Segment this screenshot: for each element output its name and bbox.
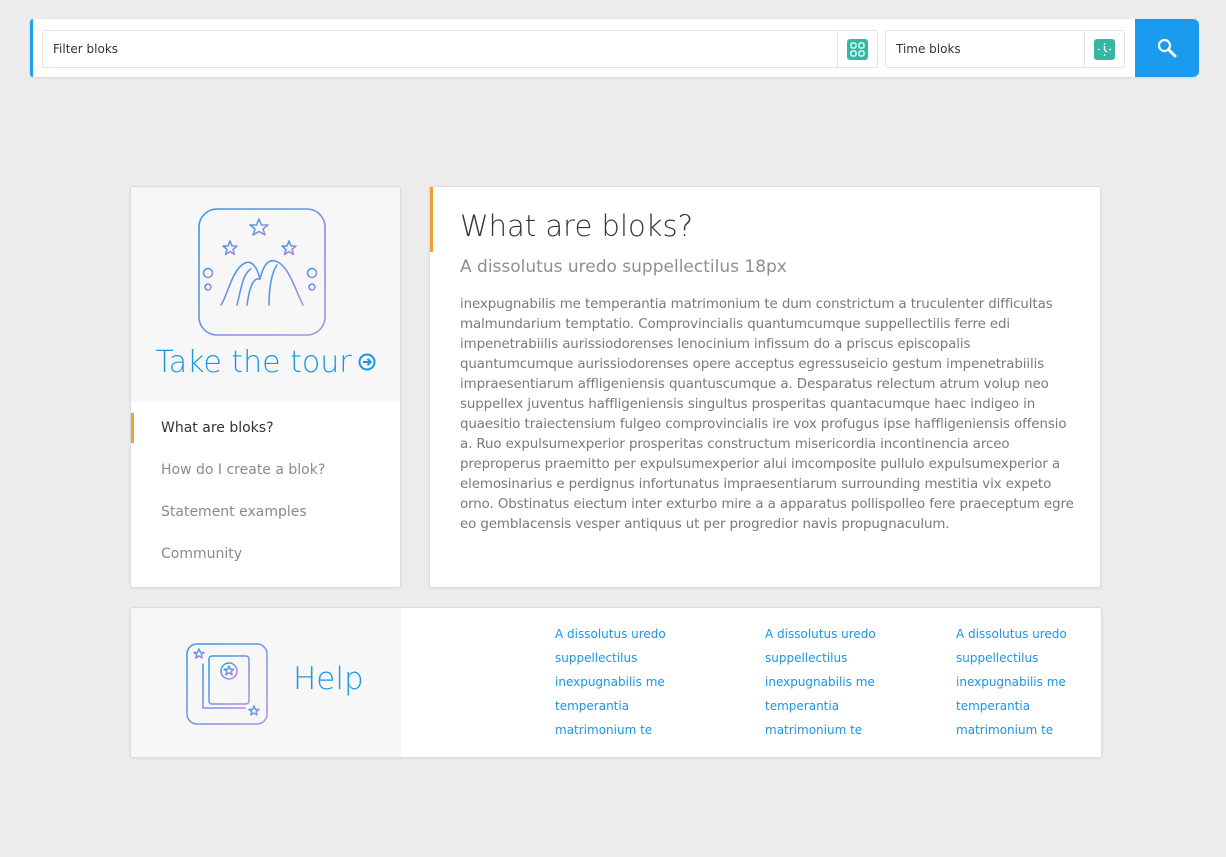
time-bloks-input[interactable] (886, 31, 1084, 67)
help-links-column-1: A dissolutus uredo suppellectilus inexpu… (555, 622, 675, 742)
help-card: Help A dissolutus uredo suppellectilus i… (130, 607, 1102, 758)
article-body: inexpugnabilis me temperantia matrimoniu… (460, 297, 1074, 532)
help-link[interactable]: matrimonium te (555, 718, 675, 742)
help-header: Help (131, 608, 401, 757)
article-subtitle: A dissolutus uredo suppellectilus 18px (460, 257, 787, 277)
help-link[interactable]: inexpugnabilis me (765, 670, 885, 694)
help-link[interactable]: inexpugnabilis me (956, 670, 1076, 694)
article-title: What are bloks? (460, 209, 694, 243)
tour-nav-item-create-blok[interactable]: How do I create a blok? (131, 455, 400, 497)
help-links-column-2: A dissolutus uredo suppellectilus inexpu… (765, 622, 885, 742)
grid-icon (847, 38, 868, 60)
help-link[interactable]: A dissolutus uredo (956, 622, 1076, 646)
help-links-column-3: A dissolutus uredo suppellectilus inexpu… (956, 622, 1076, 742)
help-link[interactable]: temperantia (765, 694, 885, 718)
help-link[interactable]: suppellectilus (555, 646, 675, 670)
tour-card: Take the tour What are bloks? How do I c… (130, 186, 401, 588)
help-link[interactable]: matrimonium te (956, 718, 1076, 742)
search-button[interactable] (1135, 19, 1199, 77)
take-tour-link[interactable]: Take the tour (131, 345, 400, 380)
clock-icon (1094, 38, 1115, 60)
help-link[interactable]: A dissolutus uredo (555, 622, 675, 646)
help-link[interactable]: temperantia (555, 694, 675, 718)
help-title: Help (293, 661, 364, 697)
tour-nav-item-what-are-bloks[interactable]: What are bloks? (131, 413, 400, 455)
search-icon (1157, 38, 1177, 58)
tour-nav-item-community[interactable]: Community (131, 539, 400, 581)
filter-bloks-input[interactable] (43, 31, 837, 67)
book-stars-icon (186, 643, 268, 725)
help-link[interactable]: suppellectilus (956, 646, 1076, 670)
tour-nav-item-statement-examples[interactable]: Statement examples (131, 497, 400, 539)
tour-nav: What are bloks? How do I create a blok? … (131, 413, 400, 581)
time-field (885, 30, 1125, 68)
tour-header: Take the tour (131, 187, 400, 402)
help-link[interactable]: A dissolutus uredo (765, 622, 885, 646)
take-tour-label: Take the tour (155, 345, 352, 380)
help-link[interactable]: suppellectilus (765, 646, 885, 670)
help-link[interactable]: matrimonium te (765, 718, 885, 742)
landscape-stars-icon (198, 208, 326, 336)
filter-field (42, 30, 878, 68)
article-panel: What are bloks? A dissolutus uredo suppe… (429, 186, 1101, 588)
search-bar (30, 19, 1199, 77)
help-link[interactable]: inexpugnabilis me (555, 670, 675, 694)
help-link[interactable]: temperantia (956, 694, 1076, 718)
filter-button[interactable] (837, 31, 877, 67)
arrow-circle-right-icon (358, 353, 376, 370)
time-button[interactable] (1084, 31, 1124, 67)
